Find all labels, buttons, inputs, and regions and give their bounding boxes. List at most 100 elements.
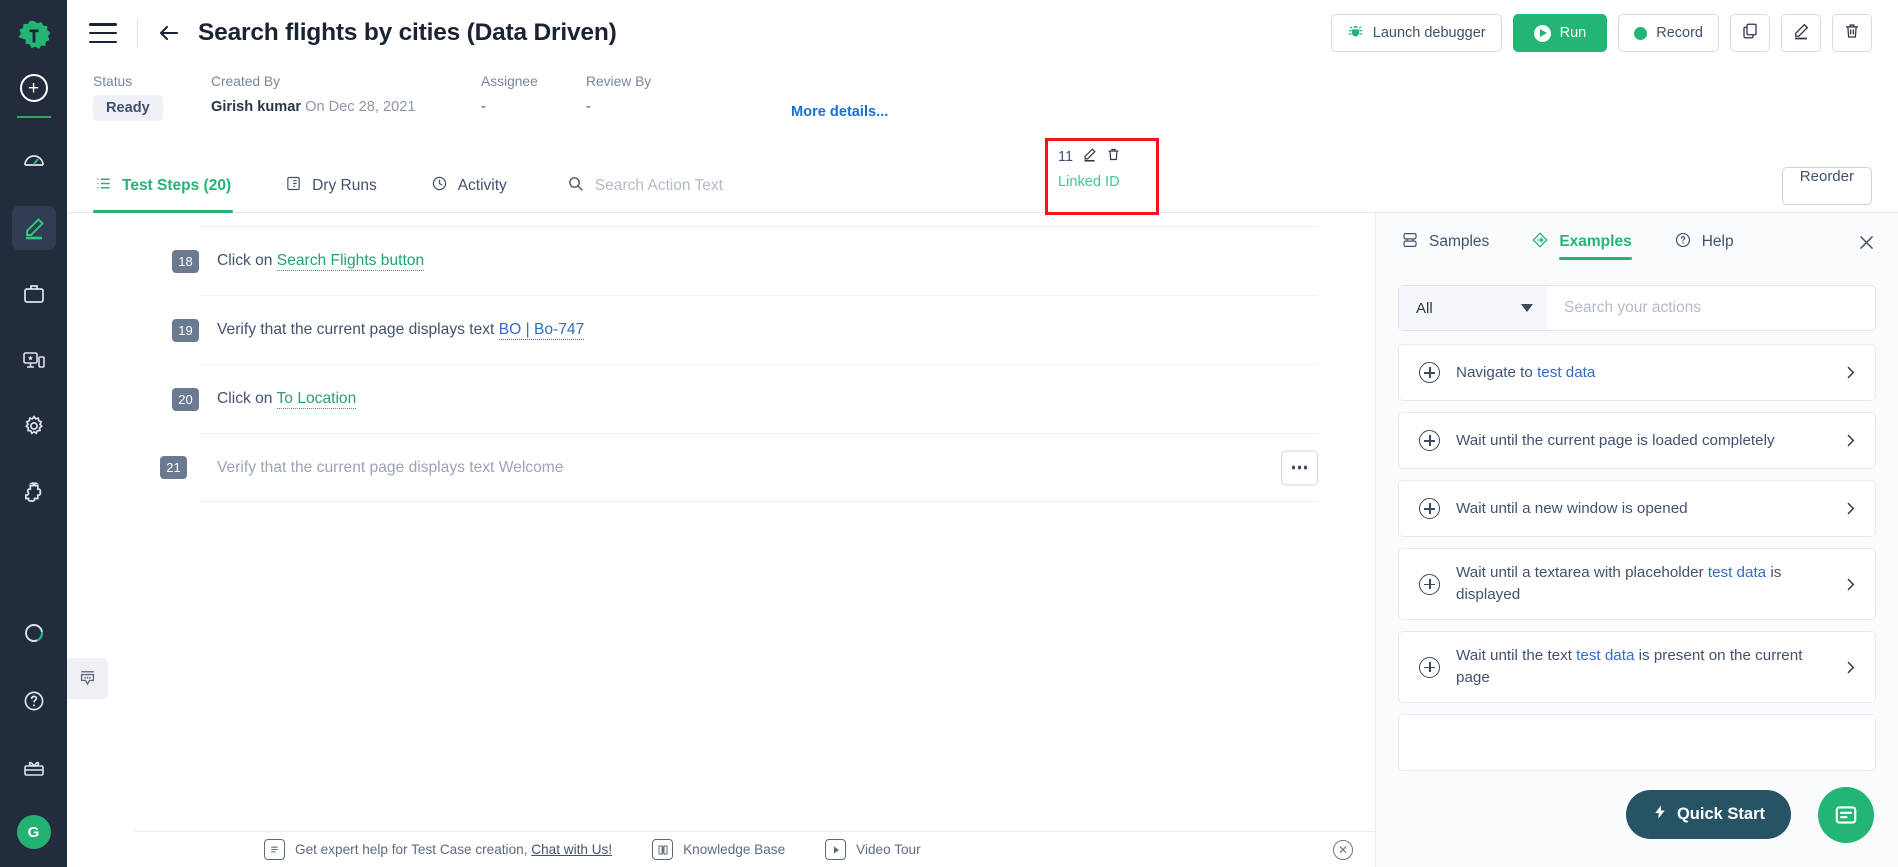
step-number: 19	[172, 318, 199, 342]
sidebar-item-settings[interactable]	[12, 404, 56, 448]
status-badge: Ready	[93, 95, 163, 121]
gift-icon[interactable]	[12, 747, 56, 791]
tab-samples[interactable]: Samples	[1401, 213, 1489, 271]
tab-test-steps[interactable]: Test Steps (20)	[93, 159, 234, 213]
quick-start-label: Quick Start	[1676, 805, 1765, 823]
sidebar-item-test-labs[interactable]	[12, 338, 56, 382]
sidebar-item-dashboard[interactable]	[12, 140, 56, 184]
add-new-button[interactable]: +	[19, 74, 48, 102]
testsigma-logo-icon[interactable]	[12, 14, 56, 58]
chevron-right-icon[interactable]	[1842, 500, 1859, 517]
step-number: 18	[172, 249, 199, 273]
launch-debugger-label: Launch debugger	[1372, 25, 1486, 41]
search-action-text-input[interactable]: Search Action Text	[567, 175, 723, 197]
chevron-right-icon[interactable]	[1842, 432, 1859, 449]
delete-button[interactable]	[1832, 14, 1872, 52]
tab-examples-label: Examples	[1559, 233, 1632, 250]
action-type-select[interactable]: All	[1399, 286, 1547, 330]
comment-icon[interactable]	[67, 658, 108, 699]
run-button[interactable]: Run	[1512, 14, 1608, 52]
assignee-label: Assignee	[481, 74, 538, 89]
chevron-right-icon[interactable]	[1842, 576, 1859, 593]
copy-button[interactable]	[1730, 14, 1770, 52]
sidebar-item-test-plans[interactable]	[12, 272, 56, 316]
list-item[interactable]	[1398, 714, 1876, 771]
record-button[interactable]: Record	[1618, 14, 1719, 52]
chevron-down-icon	[1521, 304, 1533, 312]
table-row[interactable]: 20 Click on To Location	[172, 364, 1318, 433]
step-prefix: Verify that the current page displays te…	[217, 321, 499, 338]
table-row[interactable]: 21 Verify that the current page displays…	[160, 433, 1318, 502]
edit-button[interactable]	[1781, 14, 1821, 52]
chat-icon[interactable]	[1818, 787, 1874, 843]
list-item[interactable]: Navigate to test data	[1398, 344, 1876, 401]
step-token[interactable]: To Location	[276, 390, 357, 409]
spinner-icon[interactable]	[12, 611, 56, 655]
video-tour-link[interactable]: Video Tour	[825, 839, 921, 860]
list-item[interactable]: Wait until the text test data is present…	[1398, 631, 1876, 703]
table-row[interactable]: 19 Verify that the current page displays…	[172, 295, 1318, 364]
bug-icon	[1347, 23, 1364, 44]
example-text: Wait until a textarea with placeholder t…	[1456, 562, 1826, 605]
tab-examples[interactable]: Examples	[1531, 213, 1633, 271]
list-item[interactable]: Wait until the current page is loaded co…	[1398, 412, 1876, 469]
plus-circle-icon[interactable]	[1419, 430, 1440, 451]
example-param: test data	[1576, 647, 1635, 665]
created-by-name: Girish kumar	[211, 99, 302, 115]
sidebar-item-addons[interactable]	[12, 470, 56, 514]
linked-delete-icon[interactable]	[1106, 147, 1121, 167]
step-prefix: Click on	[217, 390, 277, 407]
list-item[interactable]: Wait until a new window is opened	[1398, 480, 1876, 537]
plus-circle-icon[interactable]	[1419, 656, 1440, 678]
plus-circle-icon[interactable]	[1419, 362, 1440, 383]
close-circle-icon[interactable]: ✕	[1333, 839, 1353, 860]
chat-with-us-link[interactable]: Chat with Us!	[531, 842, 612, 857]
plus-circle-icon[interactable]	[1419, 573, 1440, 595]
assignee-value: -	[481, 99, 486, 115]
example-text: Wait until a new window is opened	[1456, 499, 1688, 517]
chevron-right-icon[interactable]	[1842, 364, 1859, 381]
copy-icon	[1741, 22, 1759, 44]
avatar[interactable]: G	[16, 815, 51, 849]
tab-activity[interactable]: Activity	[429, 159, 509, 213]
linked-id-label[interactable]: Linked ID	[1058, 174, 1120, 190]
clock-icon	[431, 175, 448, 197]
page-title: Search flights by cities (Data Driven)	[198, 19, 617, 46]
quick-start-button[interactable]: Quick Start	[1625, 790, 1791, 839]
footer-bar: Get expert help for Test Case creation, …	[134, 831, 1375, 867]
created-on: On Dec 28, 2021	[305, 99, 416, 115]
close-icon[interactable]	[1857, 233, 1876, 252]
reorder-button[interactable]: Reorder	[1781, 166, 1872, 205]
hamburger-icon[interactable]	[89, 23, 117, 43]
search-actions-input[interactable]: Search your actions	[1547, 299, 1701, 317]
created-by-label: Created By	[211, 74, 281, 89]
record-label: Record	[1656, 25, 1703, 41]
test-steps-pane: 18 Click on Search Flights button 19 Ver…	[67, 213, 1375, 867]
video-tour-label: Video Tour	[856, 842, 921, 857]
question-circle-icon[interactable]	[12, 679, 56, 723]
table-row[interactable]: 18 Click on Search Flights button	[172, 226, 1318, 295]
search-action-placeholder: Search Action Text	[594, 176, 723, 194]
knowledge-base-link[interactable]: Knowledge Base	[652, 839, 785, 860]
sidebar-item-test-authoring[interactable]	[11, 206, 56, 250]
chevron-right-icon[interactable]	[1842, 659, 1859, 676]
step-number: 20	[172, 387, 199, 411]
examples-list: Navigate to test data Wait until the cur…	[1376, 331, 1898, 771]
more-options-icon[interactable]	[1281, 450, 1318, 485]
review-by-value: -	[586, 99, 591, 115]
example-part: Wait until a textarea with placeholder	[1456, 564, 1708, 582]
step-token[interactable]: BO | Bo-747	[498, 321, 585, 340]
launch-debugger-button[interactable]: Launch debugger	[1330, 14, 1502, 52]
linked-edit-icon[interactable]	[1082, 147, 1097, 167]
footer-help-text: Get expert help for Test Case creation, …	[295, 842, 612, 857]
arrow-left-icon[interactable]	[156, 20, 182, 46]
meta-assignee: Assignee -	[481, 74, 586, 115]
more-details-link[interactable]: More details...	[791, 104, 888, 120]
step-prefix: Click on	[217, 252, 277, 269]
step-token[interactable]: Search Flights button	[276, 252, 425, 271]
tab-help[interactable]: Help	[1674, 213, 1734, 271]
meta-status: Status Ready	[93, 74, 211, 121]
tab-dry-runs[interactable]: Dry Runs	[283, 159, 379, 213]
list-item[interactable]: Wait until a textarea with placeholder t…	[1398, 548, 1876, 620]
plus-circle-icon[interactable]	[1419, 498, 1440, 519]
